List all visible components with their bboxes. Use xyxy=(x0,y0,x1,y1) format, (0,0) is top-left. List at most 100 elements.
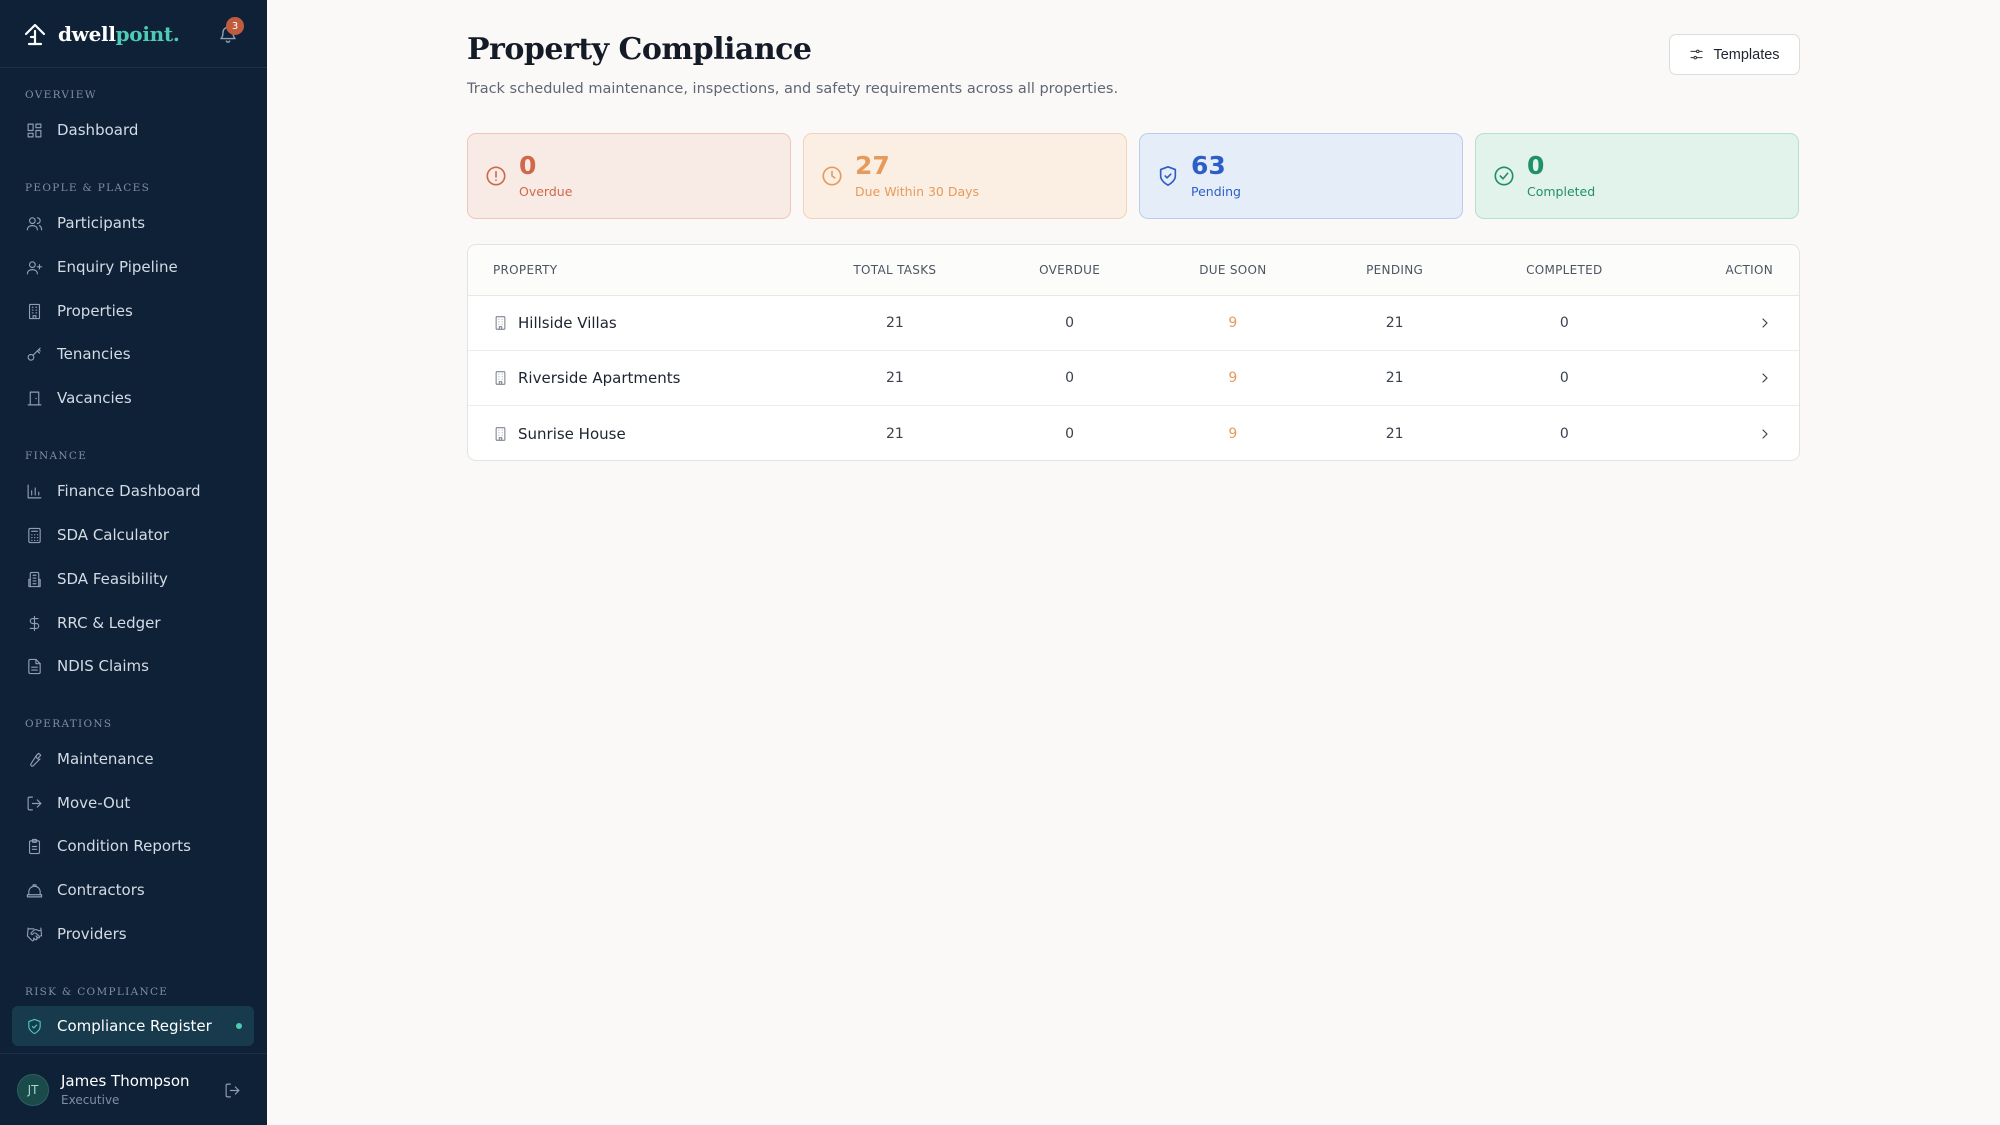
sidebar-item-sda-calculator[interactable]: SDA Calculator xyxy=(12,515,254,555)
completed-cell: 0 xyxy=(1559,425,1569,442)
stat-card-due-soon: 27 Due Within 30 Days xyxy=(803,133,1127,219)
stat-label-due-soon: Due Within 30 Days xyxy=(855,184,980,199)
chevron-right-icon[interactable] xyxy=(1757,426,1773,442)
logout-icon[interactable] xyxy=(224,1082,241,1099)
chevron-right-icon[interactable] xyxy=(1757,315,1773,331)
user-profile[interactable]: JT James Thompson Executive xyxy=(0,1053,267,1125)
page-title: Property Compliance xyxy=(467,32,812,67)
column-header-overdue: OVERDUE xyxy=(1039,263,1101,277)
sidebar-item-dashboard[interactable]: Dashboard xyxy=(12,110,254,150)
log-out-icon xyxy=(27,796,42,810)
clipboard-icon xyxy=(28,838,41,854)
overdue-cell: 0 xyxy=(1065,370,1075,386)
sidebar-item-move-out[interactable]: Move-Out xyxy=(12,783,254,823)
user-name: James Thompson xyxy=(61,1072,190,1090)
table-header: PROPERTY TOTAL TASKS OVERDUE DUE SOON PE… xyxy=(468,245,1799,296)
sidebar-item-finance-dashboard[interactable]: Finance Dashboard xyxy=(12,471,254,511)
wrench-icon xyxy=(30,752,42,767)
house-logo-icon xyxy=(24,23,46,45)
overdue-cell: 0 xyxy=(1065,425,1075,442)
sidebar-item-ndis-claims[interactable]: NDIS Claims xyxy=(12,646,254,686)
section-label-people: People & Places xyxy=(25,182,151,194)
stat-value-completed: 0 xyxy=(1527,151,1545,180)
completed-cell: 0 xyxy=(1559,315,1569,331)
sidebar-item-maintenance[interactable]: Maintenance xyxy=(12,739,254,779)
sidebar-item-contractors[interactable]: Contractors xyxy=(12,870,254,910)
dollar-icon xyxy=(29,615,40,631)
stat-label-completed: Completed xyxy=(1527,184,1596,199)
check-circle-icon xyxy=(1494,166,1514,186)
grid-icon xyxy=(27,123,42,137)
building-icon xyxy=(495,371,506,385)
sidebar-item-compliance-register[interactable]: Compliance Register xyxy=(12,1006,254,1046)
section-label-operations: Operations xyxy=(25,718,113,730)
door-icon xyxy=(27,391,42,405)
page-subtitle: Track scheduled maintenance, inspections… xyxy=(467,81,1119,97)
alert-circle-icon xyxy=(486,166,506,186)
sidebar-item-tenancies[interactable]: Tenancies xyxy=(12,334,254,374)
sliders-icon xyxy=(1690,49,1704,60)
stat-value-overdue: 0 xyxy=(519,151,537,180)
handshake-icon xyxy=(26,927,43,941)
total-tasks-cell: 21 xyxy=(885,315,904,331)
due-soon-cell: 9 xyxy=(1228,315,1238,331)
completed-cell: 0 xyxy=(1559,370,1569,386)
bar-chart-icon xyxy=(27,484,42,498)
active-indicator-dot xyxy=(236,1023,242,1029)
sidebar-item-properties[interactable]: Properties xyxy=(12,291,254,331)
column-header-property: PROPERTY xyxy=(493,263,558,277)
stat-value-pending: 63 xyxy=(1191,151,1226,180)
sidebar-item-vacancies[interactable]: Vacancies xyxy=(12,378,254,418)
clock-icon xyxy=(822,166,842,186)
compliance-table: PROPERTY TOTAL TASKS OVERDUE DUE SOON PE… xyxy=(467,244,1800,461)
user-plus-icon xyxy=(26,260,43,274)
property-name: Hillside Villas xyxy=(518,314,617,332)
stat-label-pending: Pending xyxy=(1191,184,1241,199)
brand[interactable]: dwellpoint. 3 xyxy=(0,0,267,68)
stat-card-pending: 63 Pending xyxy=(1139,133,1463,219)
sidebar: dwellpoint. 3 Overview Dashboard People … xyxy=(0,0,267,1125)
file-text-icon xyxy=(28,658,41,674)
sidebar-item-enquiry-pipeline[interactable]: Enquiry Pipeline xyxy=(12,247,254,287)
property-name: Sunrise House xyxy=(518,424,626,443)
section-label-overview: Overview xyxy=(25,89,97,101)
brand-name: dwellpoint. xyxy=(58,21,180,46)
avatar: JT xyxy=(17,1073,49,1106)
total-tasks-cell: 21 xyxy=(885,370,904,386)
shield-check-icon xyxy=(28,1018,41,1034)
total-tasks-cell: 21 xyxy=(885,425,904,442)
user-role: Executive xyxy=(61,1093,120,1107)
key-icon xyxy=(27,347,41,361)
stat-card-completed: 0 Completed xyxy=(1475,133,1799,219)
column-header-pending: PENDING xyxy=(1366,263,1424,277)
users-icon xyxy=(26,216,43,230)
templates-button[interactable]: Templates xyxy=(1669,34,1800,75)
due-soon-cell: 9 xyxy=(1228,425,1238,442)
column-header-completed: COMPLETED xyxy=(1526,263,1603,277)
table-row[interactable]: Riverside Apartments 21 0 9 21 0 xyxy=(468,351,1799,406)
column-header-due-soon: DUE SOON xyxy=(1199,263,1267,277)
chevron-right-icon[interactable] xyxy=(1757,370,1773,386)
sidebar-item-participants[interactable]: Participants xyxy=(12,203,254,243)
property-name: Riverside Apartments xyxy=(518,369,681,387)
sidebar-item-providers[interactable]: Providers xyxy=(12,914,254,954)
sidebar-item-sda-feasibility[interactable]: SDA Feasibility xyxy=(12,559,254,599)
due-soon-cell: 9 xyxy=(1228,370,1238,386)
building-icon xyxy=(495,316,506,330)
table-row[interactable]: Sunrise House 21 0 9 21 0 xyxy=(468,406,1799,460)
sidebar-item-condition-reports[interactable]: Condition Reports xyxy=(12,826,254,866)
section-label-risk: Risk & Compliance xyxy=(25,986,169,998)
stat-label-overdue: Overdue xyxy=(519,184,573,199)
table-row[interactable]: Hillside Villas 21 0 9 21 0 xyxy=(468,296,1799,351)
column-header-total-tasks: TOTAL TASKS xyxy=(853,263,937,277)
stat-value-due-soon: 27 xyxy=(855,151,890,180)
hard-hat-icon xyxy=(26,883,43,897)
stat-card-overdue: 0 Overdue xyxy=(467,133,791,219)
building-icon xyxy=(495,426,506,441)
section-label-finance: Finance xyxy=(25,450,88,462)
calculator-icon xyxy=(28,527,41,543)
column-header-action: ACTION xyxy=(1725,263,1774,277)
building-icon xyxy=(28,303,41,319)
shield-check-icon xyxy=(1159,166,1177,186)
sidebar-item-rrc-ledger[interactable]: RRC & Ledger xyxy=(12,603,254,643)
